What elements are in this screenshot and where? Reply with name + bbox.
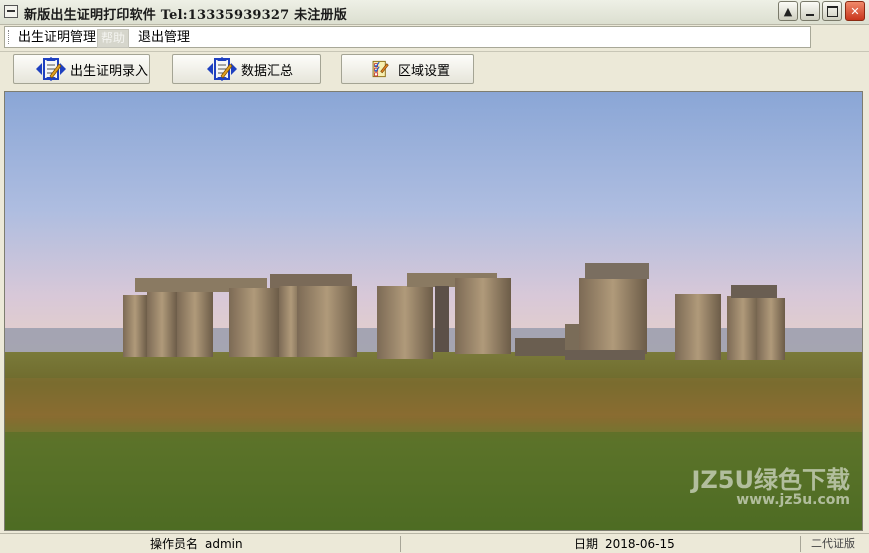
toolbar-divider: [0, 51, 869, 52]
date-label: 日期: [574, 537, 599, 551]
date-value: 2018-06-15: [605, 537, 675, 551]
close-button[interactable]: ✕: [845, 1, 865, 21]
status-divider: [800, 536, 801, 552]
background-photo: JZ5U绿色下载 www.jz5u.com: [4, 91, 863, 531]
document-edit-icon: [207, 57, 237, 81]
watermark: JZ5U绿色下载 www.jz5u.com: [691, 460, 850, 508]
data-summary-label: 数据汇总: [241, 63, 294, 79]
birth-entry-label: 出生证明录入: [70, 63, 149, 79]
maximize-icon: [826, 5, 838, 17]
close-icon: ✕: [850, 4, 860, 18]
status-divider: [400, 536, 401, 552]
window-title: 新版出生证明打印软件 Tel:13335939327 未注册版: [24, 8, 347, 23]
help-window-button[interactable]: ▲: [778, 1, 798, 21]
document-edit-icon: [36, 57, 66, 81]
menu-help[interactable]: 帮助: [97, 29, 130, 48]
app-icon[interactable]: [4, 5, 18, 18]
minimize-icon: [806, 13, 814, 16]
menu-exit[interactable]: 退出管理: [135, 29, 193, 46]
settings-checklist-icon: [372, 60, 389, 78]
menu-bar: 出生证明管理 帮助 退出管理: [4, 26, 811, 48]
operator-value: admin: [205, 537, 243, 551]
minimize-button[interactable]: [800, 1, 820, 21]
birth-entry-button[interactable]: 出生证明录入: [13, 54, 150, 84]
region-settings-button[interactable]: 区域设置: [341, 54, 474, 84]
status-bar: 操作员名 admin 日期 2018-06-15 二代证版: [0, 533, 869, 553]
maximize-button[interactable]: [822, 1, 842, 21]
triangle-up-icon: ▲: [783, 4, 793, 18]
menu-grip[interactable]: [8, 30, 12, 44]
region-settings-label: 区域设置: [398, 63, 451, 79]
edition-label: 二代证版: [811, 537, 855, 550]
watermark-line-1: JZ5U绿色下载: [691, 466, 850, 494]
menu-birth-certificate-management[interactable]: 出生证明管理: [15, 29, 99, 46]
title-bar: 新版出生证明打印软件 Tel:13335939327 未注册版 ▲ ✕: [0, 0, 869, 25]
operator-label: 操作员名: [150, 537, 199, 551]
data-summary-button[interactable]: 数据汇总: [172, 54, 321, 84]
